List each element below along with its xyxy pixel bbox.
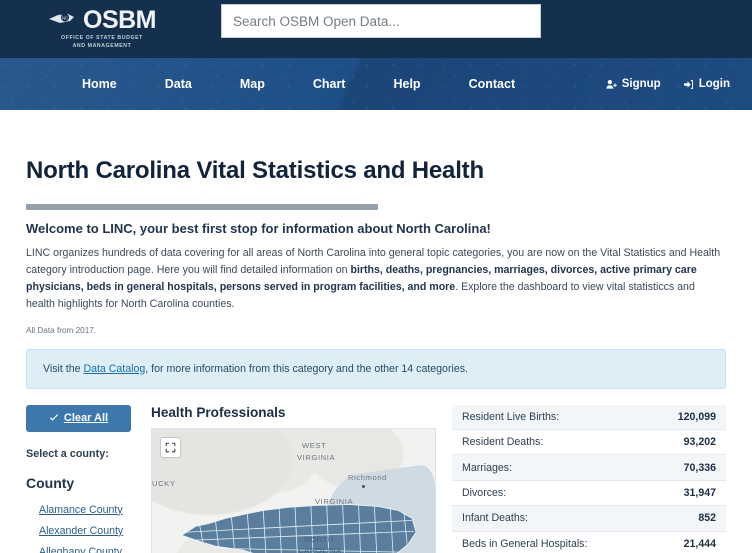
stat-value-divorces: 31,947 [683,486,716,499]
county-list: Alamance County Alexander County Allegha… [26,500,148,553]
stat-label-infant-deaths: Infant Deaths: [462,512,528,525]
county-link-alexander[interactable]: Alexander County [39,525,123,537]
expand-icon [165,442,176,452]
osbm-logo[interactable]: NC OSBM OFFICE OF STATE BUDGET AND MANAG… [42,5,162,51]
nav-item-help[interactable]: Help [369,71,444,97]
alert-prefix: Visit the [43,362,84,375]
logo-title: OSBM [83,5,157,34]
stat-value-resident-live-births: 120,099 [677,410,716,423]
check-icon [49,414,58,421]
table-row: Divorces: 31,947 [452,480,726,506]
data-catalog-alert: Visit the Data Catalog, for more informa… [26,348,726,389]
select-county-label: Select a county: [26,447,109,460]
main-navigation-bar: Home Data Map Chart Help Contact Signup … [0,58,752,110]
title-divider [26,204,378,210]
svg-text:NC: NC [62,16,68,21]
map-county-shapes [180,503,417,553]
vital-statistics-table: Resident Live Births: 120,099 Resident D… [452,404,726,553]
nc-county-map[interactable]: WEST VIRGINIA UCKY Richmond VIRGINIA Atl… [151,427,436,553]
nav-item-home[interactable]: Home [58,71,141,97]
stat-label-resident-live-births: Resident Live Births: [462,410,560,423]
signup-link[interactable]: Signup [606,78,661,90]
table-row: Resident Deaths: 93,202 [452,430,726,455]
welcome-heading: Welcome to LINC, your best first stop fo… [26,221,491,236]
intro-paragraph: LINC organizes hundreds of data covering… [26,245,726,314]
nav-item-contact[interactable]: Contact [445,71,540,97]
stat-label-beds-general-hospitals: Beds in General Hospitals: [462,537,588,550]
county-link-alleghany[interactable]: Alleghany County [39,546,122,553]
login-link[interactable]: Login [683,78,730,90]
map-title: Health Professionals [151,404,286,420]
data-catalog-link[interactable]: Data Catalog [83,363,145,375]
table-row: Resident Live Births: 120,099 [452,404,726,430]
map-panel: Health Professionals WEST VIRGINIA UCKY … [148,405,438,553]
user-plus-icon [606,79,617,89]
county-filter-panel: Clear All Select a county: County Alaman… [26,404,148,553]
vital-stats-panel: Resident Live Births: 120,099 Resident D… [438,404,726,553]
stat-value-marriages: 70,336 [683,461,716,474]
login-label: Login [698,78,730,90]
table-row: Marriages: 70,336 [452,454,726,481]
signup-label: Signup [621,78,661,90]
clear-all-label: Clear All [63,412,109,425]
top-header-bar: NC OSBM OFFICE OF STATE BUDGET AND MANAG… [0,0,752,58]
nav-links: Home Data Map Chart Help Contact [58,71,539,97]
map-fullscreen-button[interactable] [160,436,181,458]
nav-item-chart[interactable]: Chart [289,71,370,97]
stat-value-resident-deaths: 93,202 [683,436,716,449]
list-item: Alleghany County [39,542,148,553]
logo-subtitle-line2: AND MANAGEMENT [72,42,132,49]
list-item: Alamance County [39,500,148,518]
stat-label-divorces: Divorces: [462,486,507,499]
city-dot-richmond [362,484,365,488]
stat-value-beds-general-hospitals: 21,444 [683,537,716,550]
county-link-alamance[interactable]: Alamance County [39,504,123,516]
sign-in-icon [683,79,693,89]
table-row: Beds in General Hospitals: 21,444 [452,531,726,553]
list-item: Alexander County [39,521,148,539]
stat-label-marriages: Marriages: [462,461,513,474]
nav-item-data[interactable]: Data [141,71,216,97]
county-section-heading: County [26,474,75,491]
table-row: Infant Deaths: 852 [452,505,726,531]
nc-state-outline-icon: NC [49,13,74,24]
clear-all-button[interactable]: Clear All [26,404,131,432]
search-input[interactable] [221,4,541,38]
stat-value-infant-deaths: 852 [698,512,716,525]
nav-account-actions: Signup Login [606,78,730,90]
logo-subtitle-line1: OFFICE OF STATE BUDGET [61,34,143,41]
nav-item-map[interactable]: Map [216,71,289,97]
page-content: North Carolina Vital Statistics and Heal… [0,157,752,553]
data-year-note: All Data from 2017. [26,325,97,335]
alert-suffix: , for more information from this categor… [145,362,468,375]
dashboard-panels: Clear All Select a county: County Alaman… [26,404,726,553]
stat-label-resident-deaths: Resident Deaths: [462,436,544,449]
page-title: North Carolina Vital Statistics and Heal… [26,157,484,184]
